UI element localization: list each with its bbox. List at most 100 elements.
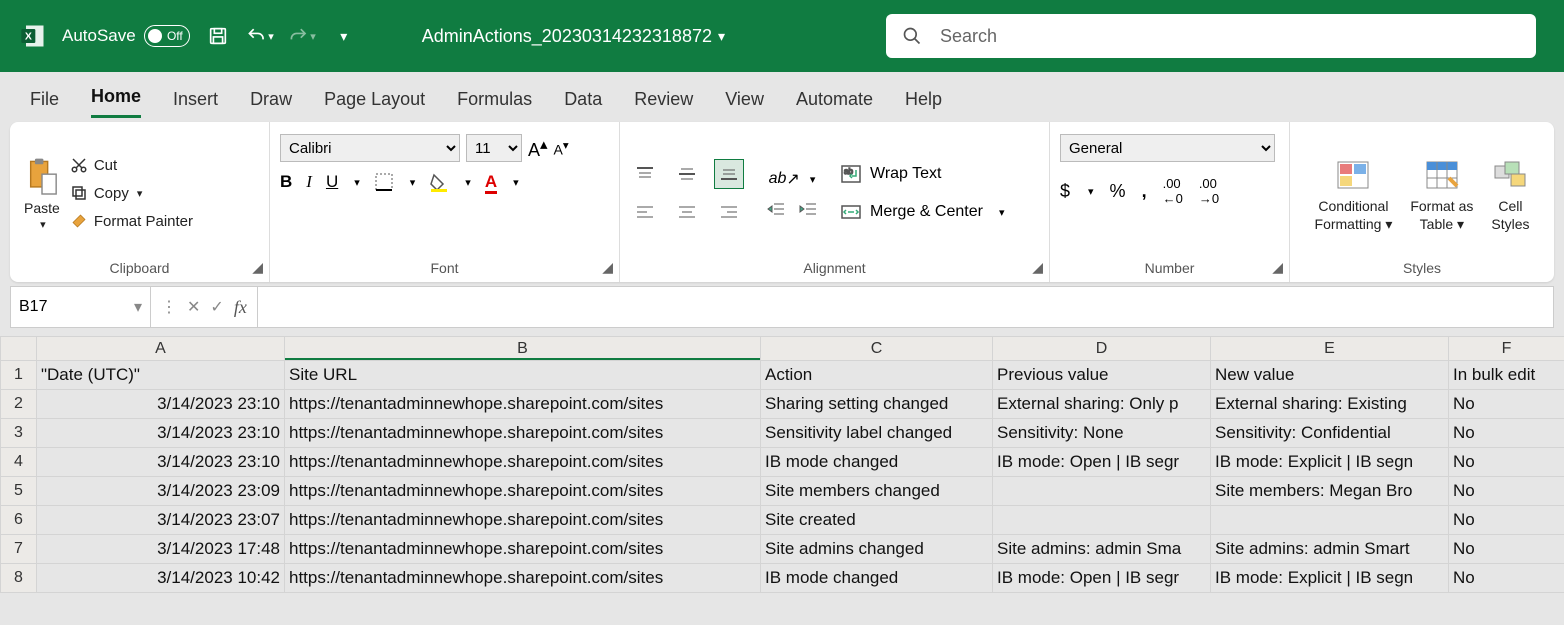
cell[interactable]: 3/14/2023 23:10 xyxy=(37,419,285,448)
toggle-switch[interactable]: Off xyxy=(144,25,190,47)
number-launcher[interactable]: ◢ xyxy=(1272,259,1283,276)
autosave-toggle[interactable]: AutoSave Off xyxy=(62,25,190,47)
cell[interactable]: 3/14/2023 23:10 xyxy=(37,448,285,477)
align-left-button[interactable] xyxy=(630,197,660,227)
cell[interactable]: 3/14/2023 23:09 xyxy=(37,477,285,506)
cell[interactable]: Sensitivity label changed xyxy=(761,419,993,448)
decrease-indent-button[interactable] xyxy=(766,201,786,217)
cell[interactable]: No xyxy=(1449,564,1564,593)
cell[interactable]: https://tenantadminnewhope.sharepoint.co… xyxy=(285,506,761,535)
name-box[interactable]: B17 ▾ xyxy=(11,287,151,327)
tab-formulas[interactable]: Formulas xyxy=(457,89,532,118)
cell[interactable]: Site created xyxy=(761,506,993,535)
align-right-button[interactable] xyxy=(714,197,744,227)
search-input[interactable] xyxy=(940,26,1520,47)
align-top-button[interactable] xyxy=(630,159,660,189)
cell[interactable]: External sharing: Existing xyxy=(1211,390,1449,419)
cell[interactable]: Action xyxy=(761,361,993,390)
cell[interactable]: Site URL xyxy=(285,361,761,390)
cell[interactable]: In bulk edit xyxy=(1449,361,1564,390)
row-header[interactable]: 4 xyxy=(1,448,37,477)
format-painter-button[interactable]: Format Painter xyxy=(70,212,193,230)
cell[interactable]: https://tenantadminnewhope.sharepoint.co… xyxy=(285,477,761,506)
increase-indent-button[interactable] xyxy=(798,201,818,217)
spreadsheet-grid[interactable]: A B C D E F 1"Date (UTC)"Site URLActionP… xyxy=(0,336,1564,593)
cell[interactable]: IB mode: Explicit | IB segn xyxy=(1211,448,1449,477)
cell[interactable]: Site admins: admin Sma xyxy=(993,535,1211,564)
align-center-button[interactable] xyxy=(672,197,702,227)
save-button[interactable] xyxy=(204,22,232,50)
customize-qat-button[interactable]: ▾ xyxy=(330,22,358,50)
font-size-select[interactable]: 11 xyxy=(466,134,522,162)
cell[interactable]: IB mode changed xyxy=(761,564,993,593)
decrease-decimal-button[interactable]: .00→0 xyxy=(1199,176,1219,206)
comma-button[interactable]: , xyxy=(1142,181,1147,202)
align-bottom-button[interactable] xyxy=(714,159,744,189)
cell[interactable]: https://tenantadminnewhope.sharepoint.co… xyxy=(285,419,761,448)
cell[interactable]: Site admins changed xyxy=(761,535,993,564)
cancel-icon[interactable]: ✕ xyxy=(187,297,200,317)
cell[interactable]: https://tenantadminnewhope.sharepoint.co… xyxy=(285,564,761,593)
copy-button[interactable]: Copy▾ xyxy=(70,184,193,202)
fill-color-button[interactable] xyxy=(429,172,449,192)
cell[interactable]: External sharing: Only p xyxy=(993,390,1211,419)
alignment-launcher[interactable]: ◢ xyxy=(1032,259,1043,276)
cell[interactable]: Site members changed xyxy=(761,477,993,506)
cell[interactable]: Site admins: admin Smart xyxy=(1211,535,1449,564)
decrease-font-icon[interactable]: A▾ xyxy=(554,138,569,158)
col-header-c[interactable]: C xyxy=(761,337,993,361)
border-button[interactable] xyxy=(374,172,394,192)
cell[interactable]: IB mode: Explicit | IB segn xyxy=(1211,564,1449,593)
cell[interactable]: No xyxy=(1449,448,1564,477)
row-header[interactable]: 6 xyxy=(1,506,37,535)
cell[interactable]: https://tenantadminnewhope.sharepoint.co… xyxy=(285,535,761,564)
merge-center-button[interactable]: Merge & Center▾ xyxy=(840,202,1004,222)
clipboard-launcher[interactable]: ◢ xyxy=(252,259,263,276)
cell[interactable]: IB mode: Open | IB segr xyxy=(993,448,1211,477)
font-color-button[interactable]: A xyxy=(485,172,497,192)
col-header-d[interactable]: D xyxy=(993,337,1211,361)
cell[interactable]: Sharing setting changed xyxy=(761,390,993,419)
row-header[interactable]: 8 xyxy=(1,564,37,593)
enter-icon[interactable]: ✓ xyxy=(210,297,223,317)
tab-view[interactable]: View xyxy=(725,89,764,118)
row-header[interactable]: 5 xyxy=(1,477,37,506)
cell[interactable]: 3/14/2023 23:07 xyxy=(37,506,285,535)
cell[interactable]: https://tenantadminnewhope.sharepoint.co… xyxy=(285,448,761,477)
font-launcher[interactable]: ◢ xyxy=(602,259,613,276)
cell[interactable]: IB mode: Open | IB segr xyxy=(993,564,1211,593)
tab-file[interactable]: File xyxy=(30,89,59,118)
fx-icon[interactable]: fx xyxy=(234,297,247,318)
tab-page-layout[interactable]: Page Layout xyxy=(324,89,425,118)
format-as-table-button[interactable]: Format asTable ▾ xyxy=(1406,154,1477,233)
cell[interactable]: Sensitivity: Confidential xyxy=(1211,419,1449,448)
number-format-select[interactable]: General xyxy=(1060,134,1275,162)
cell[interactable]: No xyxy=(1449,535,1564,564)
underline-button[interactable]: U xyxy=(326,172,338,192)
cell-styles-button[interactable]: CellStyles xyxy=(1487,154,1533,232)
undo-button[interactable]: ▾ xyxy=(246,22,274,50)
cell[interactable]: Previous value xyxy=(993,361,1211,390)
formula-input[interactable] xyxy=(257,287,1553,327)
tab-review[interactable]: Review xyxy=(634,89,693,118)
col-header-b[interactable]: B xyxy=(285,337,761,361)
tab-home[interactable]: Home xyxy=(91,86,141,118)
tab-help[interactable]: Help xyxy=(905,89,942,118)
search-box[interactable] xyxy=(886,14,1536,58)
cell[interactable]: No xyxy=(1449,419,1564,448)
font-name-select[interactable]: Calibri xyxy=(280,134,460,162)
conditional-formatting-button[interactable]: ConditionalFormatting ▾ xyxy=(1311,154,1397,233)
bold-button[interactable]: B xyxy=(280,172,292,192)
cell[interactable]: No xyxy=(1449,506,1564,535)
cell[interactable]: 3/14/2023 23:10 xyxy=(37,390,285,419)
orientation-button[interactable]: ab↗ xyxy=(769,169,800,189)
more-icon[interactable]: ⋮ xyxy=(161,297,177,317)
cell[interactable]: "Date (UTC)" xyxy=(37,361,285,390)
cell[interactable]: https://tenantadminnewhope.sharepoint.co… xyxy=(285,390,761,419)
cell[interactable]: New value xyxy=(1211,361,1449,390)
col-header-a[interactable]: A xyxy=(37,337,285,361)
italic-button[interactable]: I xyxy=(306,172,312,192)
paste-button[interactable]: Paste ▾ xyxy=(20,156,64,231)
align-middle-button[interactable] xyxy=(672,159,702,189)
cell[interactable]: 3/14/2023 17:48 xyxy=(37,535,285,564)
